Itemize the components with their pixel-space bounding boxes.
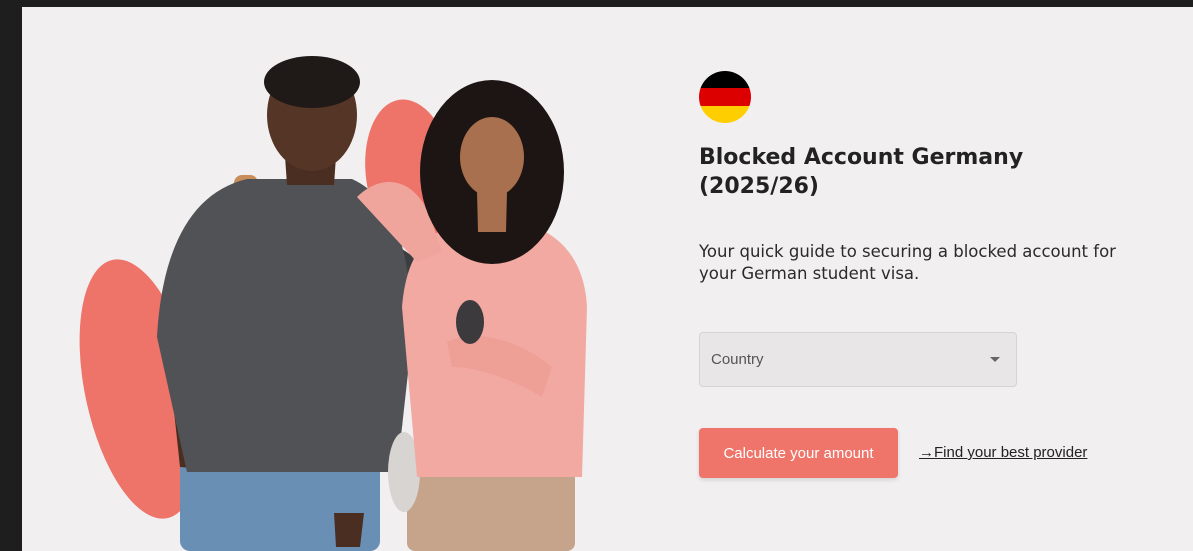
page-title: Blocked Account Germany (2025/26) [699, 145, 1024, 199]
germany-flag-icon [699, 71, 751, 123]
page-subtitle: Your quick guide to securing a blocked a… [699, 242, 1116, 283]
students-illustration [79, 56, 587, 551]
country-select-placeholder: Country [711, 351, 764, 368]
landing-page: Blocked Account Germany (2025/26) Your q… [22, 7, 1193, 551]
find-provider-link[interactable]: →Find your best provider [919, 444, 1087, 461]
calculate-amount-button[interactable]: Calculate your amount [699, 428, 898, 478]
country-select[interactable]: Country [699, 332, 1017, 387]
chevron-down-icon [990, 357, 1000, 362]
